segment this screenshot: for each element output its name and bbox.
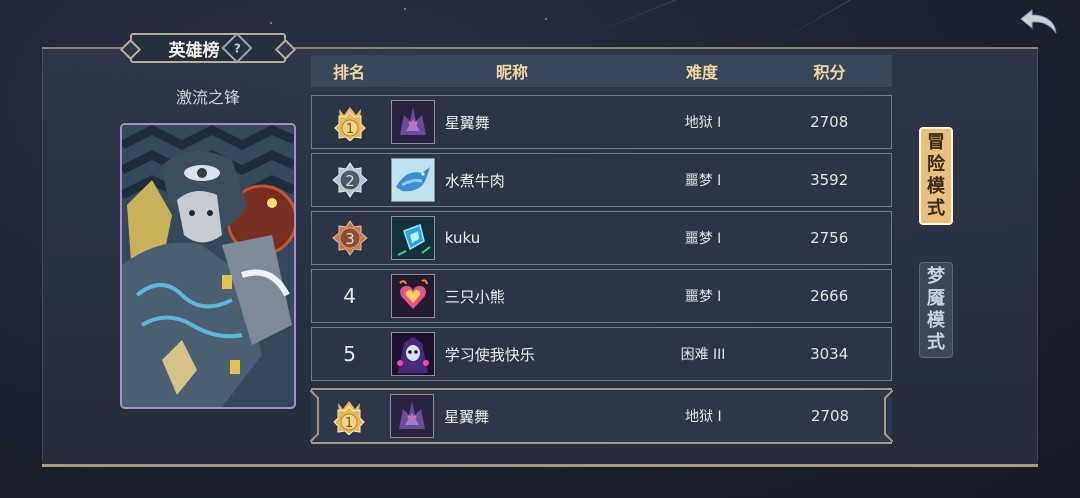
hero-portrait-art [122, 125, 294, 407]
gold-medal-icon: 1 [333, 401, 365, 435]
panel-edge-right [1037, 49, 1038, 460]
tab-label-char: 险 [927, 154, 945, 175]
score: 2756 [810, 229, 849, 247]
back-arrow-icon [1020, 8, 1057, 34]
rank-cell: 3 [312, 219, 387, 257]
avatar[interactable] [391, 274, 435, 318]
column-score: 积分 [813, 63, 846, 82]
self-row-ornament-right [884, 390, 893, 442]
blue-dragon-avatar [392, 159, 434, 201]
skull-mage-avatar [392, 333, 434, 375]
column-difficulty: 难度 [685, 63, 718, 82]
table-header: 排名 昵称 难度 积分 [311, 55, 892, 87]
silver-medal-icon: 2 [331, 162, 368, 198]
column-nickname: 昵称 [495, 63, 528, 82]
medal-number: 1 [345, 122, 353, 137]
avatar[interactable] [391, 332, 435, 376]
bg-star [545, 18, 547, 20]
tab-label-char: 冒 [927, 132, 945, 153]
score: 3034 [810, 345, 849, 363]
tab-label-char: 梦 [927, 266, 945, 287]
self-row-ornament-left [310, 390, 319, 442]
difficulty: 地狱 I [684, 115, 722, 131]
bronze-medal-icon: 3 [331, 220, 368, 256]
nickname: 学习使我快乐 [444, 345, 535, 364]
score: 2708 [810, 113, 849, 131]
dark-dragon-avatar [392, 101, 434, 143]
nickname: 星翼舞 [444, 407, 490, 426]
help-glyph: ? [233, 41, 240, 55]
tab-adventure-mode[interactable]: 冒 险 模 式 [919, 127, 953, 225]
difficulty: 困难 III [680, 347, 726, 363]
hero-portrait[interactable] [120, 123, 296, 409]
rank-cell: 1 [312, 103, 387, 141]
flame-heart-avatar [392, 275, 434, 317]
avatar[interactable] [390, 394, 435, 438]
table-row[interactable]: 3 kuku 噩梦 I 2756 [311, 211, 892, 265]
page-title: 英雄榜 [168, 40, 220, 61]
rank-cell: 1 [311, 397, 386, 435]
tab-label-char: 模 [927, 176, 945, 197]
nickname: kuku [444, 229, 481, 247]
help-icon[interactable]: ? [220, 32, 253, 64]
score: 3592 [810, 171, 849, 189]
bg-star [404, 8, 406, 10]
dark-dragon-avatar [391, 395, 434, 437]
rank-cell: 4 [312, 284, 387, 308]
difficulty: 噩梦 I [684, 231, 722, 247]
nickname: 星翼舞 [444, 113, 490, 132]
avatar[interactable] [391, 158, 435, 202]
tab-label-char: 模 [927, 310, 945, 331]
table-row[interactable]: 1 星翼舞 地狱 I 2708 [311, 95, 892, 149]
score: 2708 [810, 407, 850, 425]
table-row[interactable]: 2 水煮牛肉 噩梦 I 3592 [311, 153, 892, 207]
score: 2666 [810, 287, 849, 305]
rank-number: 5 [343, 342, 356, 366]
my-rank-row[interactable]: 1 星翼舞 地狱 I 2708 [310, 388, 893, 444]
avatar[interactable] [391, 100, 435, 144]
column-rank: 排名 [332, 63, 365, 82]
rank-number: 4 [343, 284, 356, 308]
leaderboard-table: 排名 昵称 难度 积分 [311, 55, 892, 87]
gold-medal-icon: 1 [333, 107, 366, 141]
back-button[interactable] [1018, 6, 1062, 38]
rank-cell: 5 [312, 342, 387, 366]
tab-label-char: 式 [927, 332, 945, 353]
medal-number: 3 [345, 230, 355, 248]
difficulty: 噩梦 I [684, 289, 722, 305]
table-row[interactable]: 5 学习使我快乐 困难 III 3034 [311, 327, 892, 381]
hero-name: 激流之锋 [175, 88, 240, 107]
blue-crystal-avatar [392, 217, 434, 259]
difficulty: 地狱 I [685, 409, 722, 425]
avatar[interactable] [391, 216, 435, 260]
medal-number: 2 [345, 172, 355, 190]
medal-number: 1 [345, 416, 353, 431]
bg-star [270, 22, 272, 24]
tab-label-char: 魇 [927, 288, 945, 309]
table-row[interactable]: 4 三只小熊 噩梦 I 2666 [311, 269, 892, 323]
tab-nightmare-mode[interactable]: 梦 魇 模 式 [919, 262, 953, 358]
bg-streak [779, 0, 954, 41]
title-tab: 英雄榜 ? [119, 32, 297, 64]
difficulty: 噩梦 I [684, 173, 722, 189]
nickname: 水煮牛肉 [444, 171, 505, 190]
nickname: 三只小熊 [444, 287, 505, 306]
tab-label-char: 式 [927, 198, 945, 219]
panel-edge-left [42, 49, 43, 460]
rank-cell: 2 [312, 161, 387, 199]
